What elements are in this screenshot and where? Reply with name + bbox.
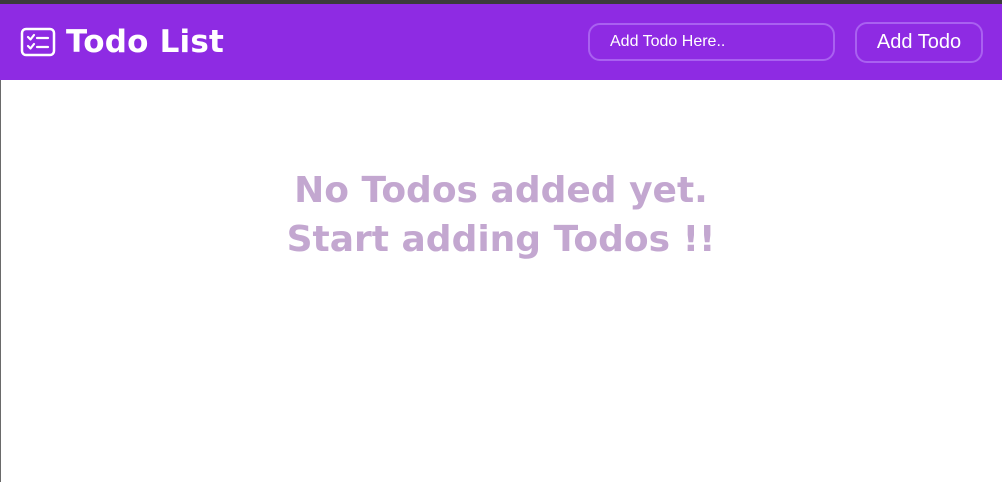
- empty-state-message: No Todos added yet. Start adding Todos !…: [0, 166, 1002, 264]
- brand: Todo List: [20, 22, 224, 62]
- app-title: Todo List: [66, 24, 225, 60]
- empty-state-line-1: No Todos added yet.: [294, 170, 708, 211]
- add-todo-button[interactable]: Add Todo: [855, 22, 983, 63]
- checklist-icon: [20, 27, 56, 57]
- window-left-border: [0, 80, 1, 482]
- add-todo-input[interactable]: [588, 23, 835, 61]
- empty-state-line-2: Start adding Todos !!: [286, 219, 716, 260]
- app-header: Todo List Add Todo: [0, 4, 1002, 80]
